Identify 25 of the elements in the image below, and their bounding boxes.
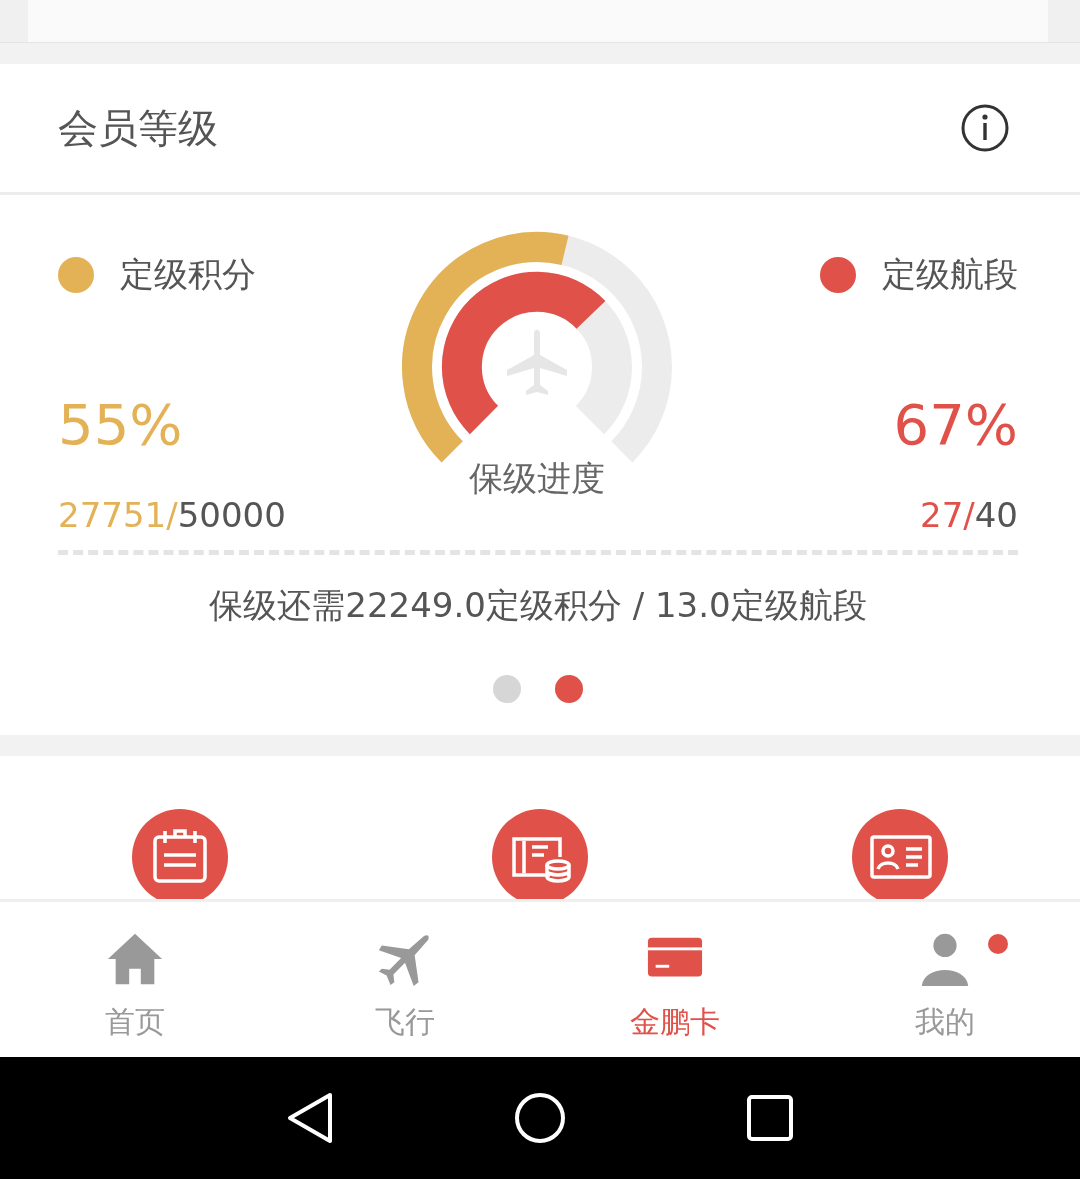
percent-value: 67% xyxy=(893,393,1018,457)
summary-text: 保级还需22249.0定级积分 / 13.0定级航段 xyxy=(208,584,868,627)
airplane-icon xyxy=(507,329,567,395)
calendar-icon[interactable] xyxy=(132,809,228,899)
legend-label: 定级航段 xyxy=(882,253,1018,296)
gauge-label: 保级进度 xyxy=(469,457,605,500)
home-button-icon[interactable] xyxy=(514,1092,566,1144)
id-card-icon[interactable] xyxy=(852,809,948,899)
ticket-coins-icon[interactable] xyxy=(492,809,588,899)
info-icon[interactable] xyxy=(960,103,1010,153)
target-value: 50000 xyxy=(177,495,286,535)
tab[interactable]: 首页 xyxy=(0,902,270,1057)
card-title: 会员等级 xyxy=(58,103,218,153)
current-value: 27751/ xyxy=(58,495,178,535)
percent-value: 55% xyxy=(58,393,184,457)
back-icon[interactable] xyxy=(286,1092,334,1144)
current-value: 27/ xyxy=(920,495,975,535)
page-dot[interactable] xyxy=(555,675,583,703)
page-dot[interactable] xyxy=(493,675,521,703)
legend-label: 定级积分 xyxy=(120,253,256,296)
tab[interactable]: 金鹏卡 xyxy=(540,902,810,1057)
tab[interactable]: 飞行 xyxy=(270,902,540,1057)
recents-icon[interactable] xyxy=(746,1094,794,1142)
tab[interactable]: 我的 xyxy=(810,902,1080,1057)
target-value: 40 xyxy=(974,495,1018,535)
